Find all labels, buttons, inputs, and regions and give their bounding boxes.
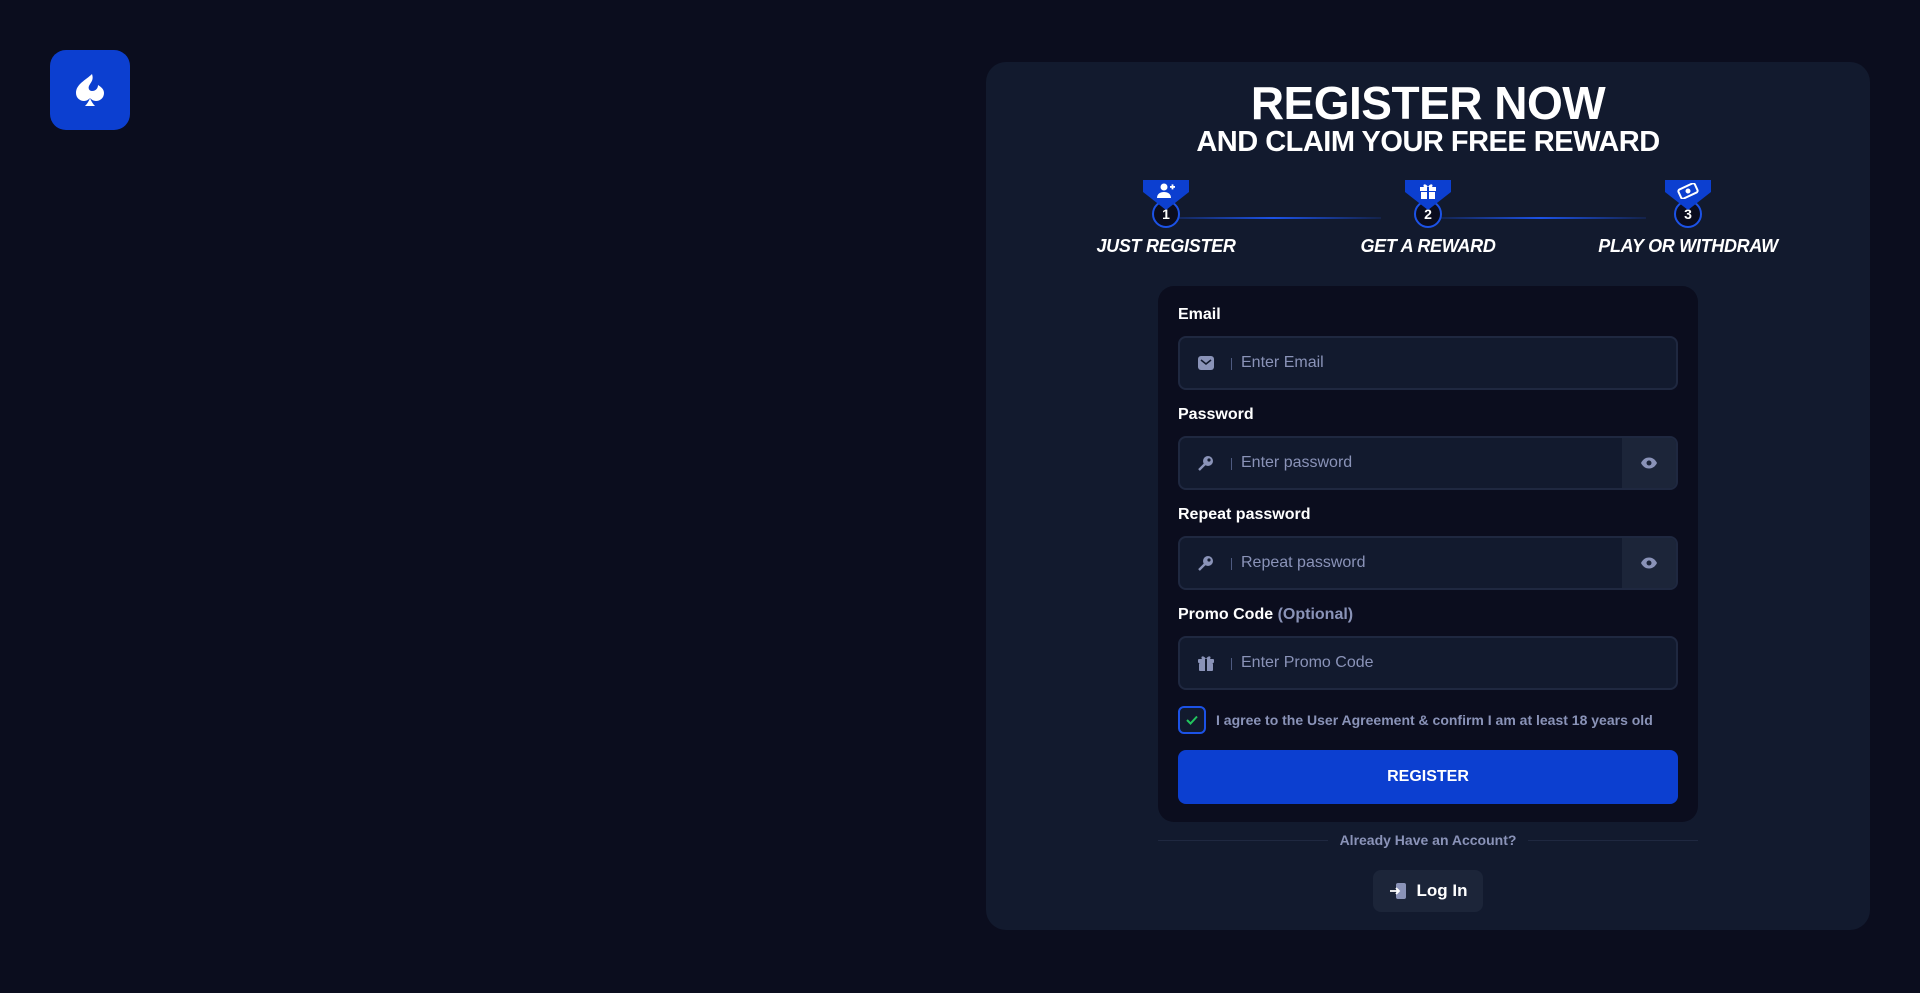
step-1: 1 JUST REGISTER bbox=[1076, 180, 1256, 257]
login-divider: Already Have an Account? bbox=[1158, 832, 1698, 848]
page-subtitle: AND CLAIM YOUR FREE REWARD bbox=[1196, 126, 1660, 158]
step-2: 2 GET A REWARD bbox=[1338, 180, 1518, 257]
key-icon bbox=[1180, 438, 1232, 488]
register-card: REGISTER NOW AND CLAIM YOUR FREE REWARD … bbox=[986, 62, 1870, 930]
step-badge bbox=[1405, 180, 1451, 210]
show-repeat-password-button[interactable] bbox=[1622, 538, 1676, 588]
register-form: Email Password bbox=[1158, 286, 1698, 822]
promo-label-text: Promo Code bbox=[1178, 606, 1274, 623]
key-icon bbox=[1180, 538, 1232, 588]
agree-checkbox[interactable] bbox=[1178, 706, 1206, 734]
add-user-icon bbox=[1157, 183, 1175, 198]
password-label: Password bbox=[1178, 406, 1254, 423]
login-icon bbox=[1389, 883, 1406, 899]
promo-code-field[interactable] bbox=[1232, 638, 1676, 688]
register-button[interactable]: REGISTER bbox=[1178, 750, 1678, 804]
promo-label: Promo Code (Optional) bbox=[1178, 606, 1353, 624]
cash-icon bbox=[1677, 183, 1699, 199]
step-label: PLAY OR WITHDRAW bbox=[1598, 236, 1778, 256]
password-field-wrapper bbox=[1178, 436, 1678, 490]
login-button[interactable]: Log In bbox=[1373, 870, 1483, 912]
repeat-password-field-wrapper bbox=[1178, 536, 1678, 590]
gift-icon bbox=[1180, 638, 1232, 688]
spade-icon bbox=[76, 74, 104, 106]
eye-icon bbox=[1641, 557, 1657, 569]
divider-line bbox=[1528, 839, 1698, 841]
promo-field-wrapper bbox=[1178, 636, 1678, 690]
eye-icon bbox=[1641, 457, 1657, 469]
checkmark-icon bbox=[1186, 715, 1198, 725]
step-badge bbox=[1665, 180, 1711, 210]
email-field-wrapper bbox=[1178, 336, 1678, 390]
mail-icon bbox=[1180, 338, 1232, 388]
agreement-text: I agree to the User Agreement & confirm … bbox=[1216, 712, 1653, 728]
agreement-row: I agree to the User Agreement & confirm … bbox=[1178, 706, 1653, 734]
step-label: JUST REGISTER bbox=[1096, 236, 1236, 256]
already-account-text: Already Have an Account? bbox=[1339, 832, 1517, 848]
divider-line bbox=[1158, 839, 1328, 841]
brand-logo[interactable] bbox=[50, 50, 130, 130]
step-3: 3 PLAY OR WITHDRAW bbox=[1598, 180, 1778, 257]
email-label: Email bbox=[1178, 306, 1221, 323]
show-password-button[interactable] bbox=[1622, 438, 1676, 488]
login-label: Log In bbox=[1416, 881, 1468, 900]
promo-optional-text: (Optional) bbox=[1277, 606, 1354, 623]
repeat-password-label: Repeat password bbox=[1178, 506, 1311, 523]
repeat-password-field[interactable] bbox=[1232, 538, 1622, 588]
step-label: GET A REWARD bbox=[1360, 236, 1496, 256]
email-field[interactable] bbox=[1232, 338, 1676, 388]
password-field[interactable] bbox=[1232, 438, 1622, 488]
gift-icon bbox=[1420, 184, 1436, 199]
step-badge bbox=[1143, 180, 1189, 210]
page-title: REGISTER NOW bbox=[1250, 77, 1606, 129]
